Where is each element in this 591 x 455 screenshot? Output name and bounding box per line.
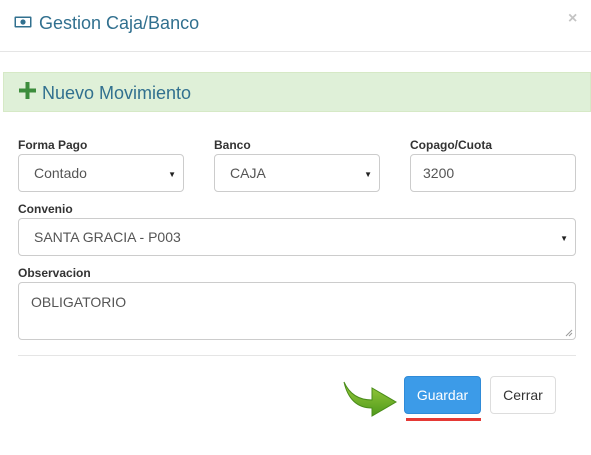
convenio-label: Convenio xyxy=(18,202,73,216)
modal-title: Gestion Caja/Banco xyxy=(39,13,200,33)
chevron-down-icon: ▼ xyxy=(560,234,568,243)
banco-select[interactable]: CAJA ▼ xyxy=(214,154,380,192)
forma-pago-value: Contado xyxy=(34,165,87,181)
observacion-textarea[interactable]: OBLIGATORIO xyxy=(18,282,576,340)
convenio-select[interactable]: SANTA GRACIA - P003 ▼ xyxy=(18,218,576,256)
close-button[interactable]: Cerrar xyxy=(490,376,556,414)
save-button[interactable]: Guardar xyxy=(404,376,481,414)
modal-header: Gestion Caja/Banco × xyxy=(0,0,591,52)
panel-title: Nuevo Movimiento xyxy=(42,83,192,103)
banco-value: CAJA xyxy=(230,165,266,181)
forma-pago-select[interactable]: Contado ▼ xyxy=(18,154,184,192)
panel-heading: Nuevo Movimiento xyxy=(3,72,591,112)
resize-grip-icon[interactable] xyxy=(565,329,573,337)
copago-label: Copago/Cuota xyxy=(410,138,492,152)
convenio-value: SANTA GRACIA - P003 xyxy=(34,229,181,245)
chevron-down-icon: ▼ xyxy=(168,170,176,179)
arrow-pointer-icon xyxy=(343,381,397,417)
plus-icon xyxy=(19,82,36,99)
highlight-underline xyxy=(406,418,481,421)
chevron-down-icon: ▼ xyxy=(364,170,372,179)
money-icon xyxy=(14,16,32,28)
footer-divider xyxy=(18,355,576,356)
observacion-label: Observacion xyxy=(18,266,91,280)
copago-value: 3200 xyxy=(423,165,455,181)
banco-label: Banco xyxy=(214,138,251,152)
copago-input[interactable]: 3200 xyxy=(410,154,576,192)
forma-pago-label: Forma Pago xyxy=(18,138,88,152)
close-icon[interactable]: × xyxy=(568,10,577,28)
observacion-value: OBLIGATORIO xyxy=(31,294,127,310)
